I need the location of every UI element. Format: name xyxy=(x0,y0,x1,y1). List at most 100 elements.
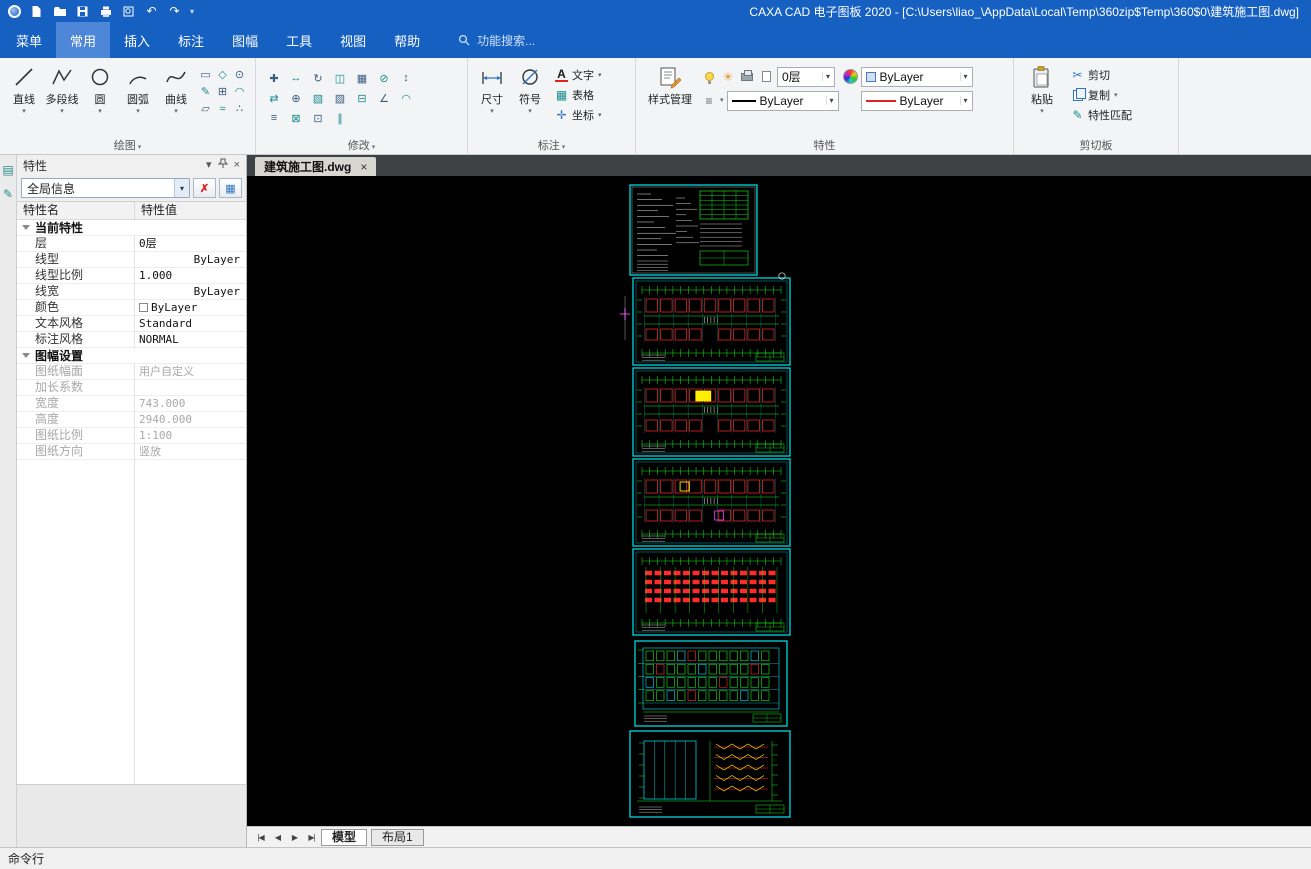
prev-tab-icon[interactable]: ◀ xyxy=(270,833,285,842)
mirror-tool-icon[interactable]: ◫ xyxy=(329,68,351,88)
group-label-annotate[interactable]: 标注 ▾ xyxy=(468,137,635,153)
scope-select[interactable]: 全局信息 ▾ xyxy=(21,178,190,198)
trim-tool-icon[interactable]: ⊟ xyxy=(351,88,373,108)
tool-table[interactable]: ▦ 表格 xyxy=(551,86,606,104)
group-label-properties[interactable]: 特性 xyxy=(636,137,1013,153)
angle-tool-icon[interactable]: ∠ xyxy=(373,88,395,108)
points-tool-icon[interactable]: ∴ xyxy=(231,100,248,117)
color-wheel-icon[interactable] xyxy=(842,69,858,84)
tool-arc[interactable]: 圆弧 ▾ xyxy=(121,62,155,117)
explode-tool-icon[interactable]: ⊠ xyxy=(285,108,307,128)
first-tab-icon[interactable]: |◀ xyxy=(253,833,268,842)
arc2-tool-icon[interactable]: ◠ xyxy=(231,83,248,100)
tool-match-properties[interactable]: ✎ 特性匹配 xyxy=(1067,106,1136,124)
tool-line[interactable]: 直线 ▾ xyxy=(7,62,41,117)
menu-tab-menu[interactable]: 菜单 xyxy=(2,22,56,58)
menu-tab-common[interactable]: 常用 xyxy=(56,22,111,58)
hatch2-tool-icon[interactable]: ▨ xyxy=(329,88,351,108)
tool-polyline[interactable]: 多段线 ▾ xyxy=(45,62,79,117)
drawing-canvas[interactable] xyxy=(247,176,1311,826)
quick-access-menu-icon[interactable]: ▾ xyxy=(190,7,198,16)
group-label-clipboard[interactable]: 剪切板 xyxy=(1014,137,1178,153)
layer-controls: ☀ 0层 ▾ ≡ ▾ ByLayer ▾ xyxy=(701,66,839,111)
tool-circle[interactable]: 圆 ▾ xyxy=(83,62,117,117)
next-tab-icon[interactable]: ▶ xyxy=(287,833,302,842)
group-label-modify[interactable]: 修改 ▾ xyxy=(256,137,467,153)
main-area: ▤ ✎ 特性 ▾ × 全局信息 ▾ ✗ ▦ 特性名 特性值 当前特性 层 0层 … xyxy=(0,155,1311,847)
command-line[interactable]: 命令行 xyxy=(0,847,1311,869)
close-icon[interactable]: × xyxy=(234,159,240,171)
tool-copy[interactable]: 复制 ▾ xyxy=(1067,86,1136,104)
swap-tool-icon[interactable]: ⇄ xyxy=(263,88,285,108)
rotate-tool-icon[interactable]: ↻ xyxy=(307,68,329,88)
last-tab-icon[interactable]: ▶| xyxy=(304,833,319,842)
array-tool-icon[interactable]: ▦ xyxy=(351,68,373,88)
align-tool-icon[interactable]: ≡ xyxy=(263,108,285,128)
function-search[interactable]: 功能搜索... xyxy=(458,22,535,58)
sheet-icon[interactable] xyxy=(758,69,774,85)
grid-tool-icon[interactable]: ⊞ xyxy=(214,83,231,100)
draw-palette-icon[interactable]: ✎ xyxy=(3,187,13,201)
hatch-tool-icon[interactable]: ▧ xyxy=(307,88,329,108)
linetype-list-icon[interactable]: ≡ xyxy=(701,93,717,109)
tool-spline[interactable]: 曲线 ▾ xyxy=(159,62,193,117)
tab-model[interactable]: 模型 xyxy=(321,828,368,846)
tool-text[interactable]: A 文字 ▾ xyxy=(551,66,606,84)
model-layout-bar: |◀ ◀ ▶ ▶| 模型 布局1 xyxy=(247,826,1311,847)
pin-icon[interactable] xyxy=(217,158,228,172)
new-file-icon[interactable] xyxy=(29,4,44,19)
tool-dimension[interactable]: 尺寸 ▾ xyxy=(475,62,509,117)
menu-tab-insert[interactable]: 插入 xyxy=(110,22,164,58)
spline-icon xyxy=(165,64,187,90)
stretch-tool-icon[interactable]: ↔ xyxy=(285,68,307,88)
redo-icon[interactable]: ↷ xyxy=(167,4,182,19)
edit-table-button[interactable]: ▦ xyxy=(219,178,242,198)
tab-layout1[interactable]: 布局1 xyxy=(371,828,424,846)
layer-select[interactable]: 0层 ▾ xyxy=(777,66,835,87)
print-icon[interactable] xyxy=(98,4,113,19)
erase-tool-icon[interactable]: ⊘ xyxy=(373,68,395,88)
menu-tab-annotate[interactable]: 标注 xyxy=(164,22,218,58)
parallel-tool-icon[interactable]: ∥ xyxy=(329,108,351,128)
color-select[interactable]: ByLayer ▾ xyxy=(860,66,973,87)
tool-coordinate[interactable]: ✛ 坐标 ▾ xyxy=(551,106,606,124)
sun-icon[interactable]: ☀ xyxy=(720,69,736,85)
wave-tool-icon[interactable]: ≈ xyxy=(214,100,231,117)
pencil-tool-icon[interactable]: ✎ xyxy=(197,83,214,100)
lineweight-select[interactable]: ByLayer ▾ xyxy=(860,90,973,111)
chevron-down-icon[interactable]: ▾ xyxy=(206,159,212,171)
document-tab[interactable]: 建筑施工图.dwg × xyxy=(255,157,377,176)
open-folder-icon[interactable] xyxy=(52,4,67,19)
menu-tab-sheet[interactable]: 图幅 xyxy=(218,22,272,58)
ellipse-tool-icon[interactable]: ◇ xyxy=(214,66,231,83)
undo-icon[interactable]: ↶ xyxy=(144,4,159,19)
menu-tab-view[interactable]: 视图 xyxy=(326,22,380,58)
scale-tool-icon[interactable]: ↕ xyxy=(395,68,417,88)
layer-on-icon[interactable] xyxy=(701,69,717,85)
property-row-sheet-scale: 图纸比例 1:100 xyxy=(17,428,246,444)
section-current-properties[interactable]: 当前特性 xyxy=(17,220,246,236)
tool-style-manager[interactable]: 样式管理 xyxy=(643,62,697,109)
fillet-tool-icon[interactable]: ◠ xyxy=(395,88,417,108)
point-tool-icon[interactable]: ⊙ xyxy=(231,66,248,83)
tool-cut[interactable]: ✂ 剪切 xyxy=(1067,66,1136,84)
offset-tool-icon[interactable]: ⊕ xyxy=(285,88,307,108)
printer-icon[interactable] xyxy=(739,69,755,85)
join-tool-icon[interactable]: ⊡ xyxy=(307,108,329,128)
group-label-draw[interactable]: 绘图 ▾ xyxy=(0,137,255,153)
tool-paste[interactable]: 粘贴 ▾ xyxy=(1021,62,1063,117)
library-palette-icon[interactable]: ▤ xyxy=(2,163,13,177)
menu-tab-tools[interactable]: 工具 xyxy=(272,22,326,58)
print-preview-icon[interactable] xyxy=(121,4,136,19)
red-x-icon: ✗ xyxy=(199,182,210,195)
menu-tab-help[interactable]: 帮助 xyxy=(380,22,434,58)
parallelogram-tool-icon[interactable]: ▱ xyxy=(197,100,214,117)
tool-symbol[interactable]: 符号 ▾ xyxy=(513,62,547,117)
close-icon[interactable]: × xyxy=(360,160,367,174)
clear-selection-button[interactable]: ✗ xyxy=(193,178,216,198)
section-sheet-settings[interactable]: 图幅设置 xyxy=(17,348,246,364)
linetype-select[interactable]: ByLayer ▾ xyxy=(726,90,839,111)
save-icon[interactable] xyxy=(75,4,90,19)
rectangle-tool-icon[interactable]: ▭ xyxy=(197,66,214,83)
move-tool-icon[interactable]: ✚ xyxy=(263,68,285,88)
